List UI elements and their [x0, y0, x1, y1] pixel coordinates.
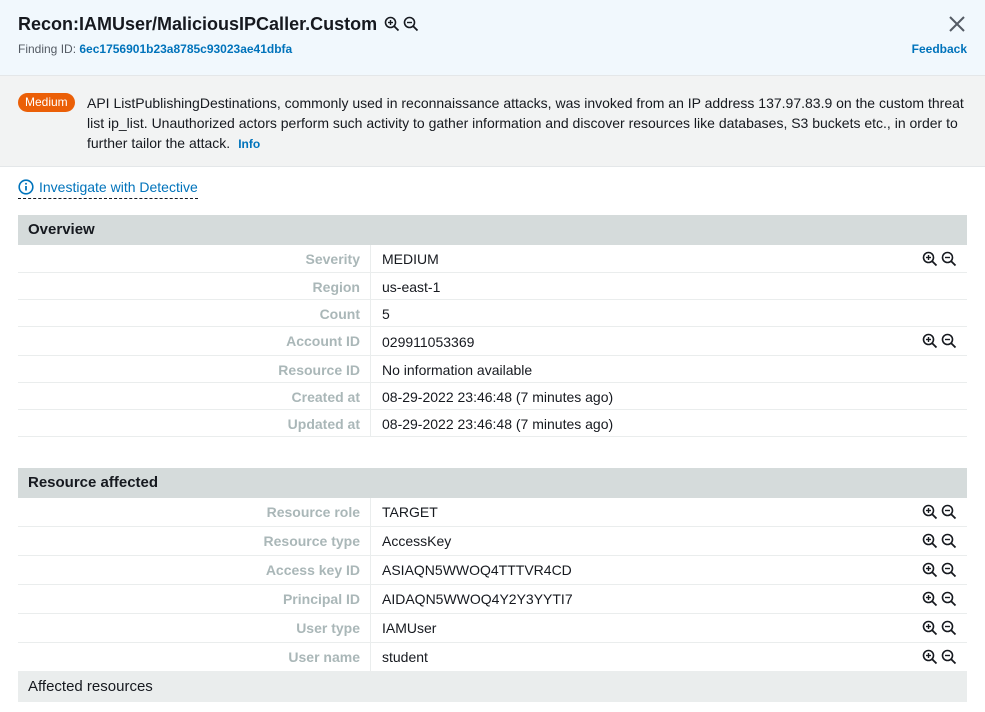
- resource-row-type: Resource type AccessKey: [18, 527, 967, 556]
- info-link[interactable]: Info: [238, 137, 260, 151]
- investigate-label: Investigate with Detective: [39, 179, 198, 195]
- row-value: 5: [382, 306, 390, 322]
- resource-affected-table: Resource role TARGET Resource type Acces…: [18, 498, 967, 672]
- finding-id-label: Finding ID:: [18, 42, 77, 56]
- zoom-out-icon[interactable]: [941, 251, 957, 267]
- row-label: Resource type: [263, 533, 360, 549]
- close-icon[interactable]: [948, 15, 966, 33]
- row-zoom-controls: [922, 333, 957, 349]
- affected-resources-section[interactable]: Affected resources: [18, 672, 967, 702]
- zoom-in-icon[interactable]: [922, 591, 938, 607]
- finding-summary: Medium API ListPublishingDestinations, c…: [0, 75, 985, 167]
- zoom-in-icon[interactable]: [922, 251, 938, 267]
- row-label: Count: [319, 306, 360, 322]
- severity-badge: Medium: [18, 93, 75, 112]
- overview-row-updated-at: Updated at 08-29-2022 23:46:48 (7 minute…: [18, 410, 967, 437]
- resource-row-principal-id: Principal ID AIDAQN5WWOQ4Y2Y3YYTI7: [18, 585, 967, 614]
- zoom-out-icon[interactable]: [941, 533, 957, 549]
- zoom-in-icon[interactable]: [922, 504, 938, 520]
- row-value: No information available: [382, 362, 533, 378]
- row-zoom-controls: [922, 533, 957, 549]
- row-zoom-controls: [922, 562, 957, 578]
- resource-row-role: Resource role TARGET: [18, 498, 967, 527]
- title-zoom-controls: [384, 16, 419, 32]
- resource-row-user-type: User type IAMUser: [18, 614, 967, 643]
- row-label: Region: [312, 279, 360, 295]
- row-value: IAMUser: [382, 620, 437, 636]
- zoom-in-icon[interactable]: [922, 562, 938, 578]
- row-value: MEDIUM: [382, 251, 439, 267]
- row-value: ASIAQN5WWOQ4TTTVR4CD: [382, 562, 572, 578]
- overview-row-count: Count 5: [18, 300, 967, 327]
- overview-row-severity: Severity MEDIUM: [18, 245, 967, 273]
- row-zoom-controls: [922, 504, 957, 520]
- row-zoom-controls: [922, 251, 957, 267]
- finding-id: Finding ID: 6ec1756901b23a8785c93023ae41…: [18, 42, 292, 56]
- row-value: TARGET: [382, 504, 438, 520]
- row-zoom-controls: [922, 649, 957, 665]
- row-value: AccessKey: [382, 533, 452, 549]
- row-label: User type: [296, 620, 360, 636]
- row-value: 08-29-2022 23:46:48 (7 minutes ago): [382, 416, 614, 432]
- row-value: 08-29-2022 23:46:48 (7 minutes ago): [382, 389, 614, 405]
- row-value: student: [382, 649, 428, 665]
- row-label: Updated at: [287, 416, 360, 432]
- resource-affected-header: Resource affected: [18, 468, 967, 498]
- row-value: us-east-1: [382, 279, 441, 295]
- finding-header: Recon:IAMUser/MaliciousIPCaller.Custom F…: [0, 0, 985, 75]
- zoom-out-icon[interactable]: [941, 562, 957, 578]
- row-label: Principal ID: [282, 591, 360, 607]
- row-label: Created at: [291, 389, 360, 405]
- info-circle-icon: [18, 179, 34, 195]
- row-label: Account ID: [286, 333, 360, 349]
- zoom-out-icon[interactable]: [941, 620, 957, 636]
- resource-row-user-name: User name student: [18, 643, 967, 672]
- resource-row-access-key-id: Access key ID ASIAQN5WWOQ4TTTVR4CD: [18, 556, 967, 585]
- overview-row-created-at: Created at 08-29-2022 23:46:48 (7 minute…: [18, 383, 967, 410]
- zoom-out-icon[interactable]: [941, 504, 957, 520]
- row-value: AIDAQN5WWOQ4Y2Y3YYTI7: [382, 591, 573, 607]
- zoom-out-icon[interactable]: [941, 591, 957, 607]
- row-zoom-controls: [922, 591, 957, 607]
- zoom-out-icon[interactable]: [941, 333, 957, 349]
- overview-row-account-id: Account ID 029911053369: [18, 327, 967, 356]
- finding-title: Recon:IAMUser/MaliciousIPCaller.Custom: [18, 14, 378, 34]
- zoom-in-icon[interactable]: [922, 649, 938, 665]
- row-label: Access key ID: [265, 562, 360, 578]
- row-label: User name: [288, 649, 360, 665]
- row-label: Severity: [305, 251, 360, 267]
- zoom-in-icon[interactable]: [384, 16, 400, 32]
- row-label: Resource role: [266, 504, 360, 520]
- overview-table: Severity MEDIUM Region us-east-1 Count 5…: [18, 245, 967, 437]
- finding-id-value[interactable]: 6ec1756901b23a8785c93023ae41dbfa: [79, 42, 292, 56]
- zoom-in-icon[interactable]: [922, 333, 938, 349]
- zoom-out-icon[interactable]: [403, 16, 419, 32]
- investigate-detective-link[interactable]: Investigate with Detective: [18, 179, 198, 199]
- overview-row-region: Region us-east-1: [18, 273, 967, 300]
- zoom-in-icon[interactable]: [922, 620, 938, 636]
- zoom-out-icon[interactable]: [941, 649, 957, 665]
- description-text: API ListPublishingDestinations, commonly…: [87, 95, 964, 151]
- row-label: Resource ID: [278, 362, 360, 378]
- finding-description: API ListPublishingDestinations, commonly…: [87, 93, 967, 154]
- overview-header: Overview: [18, 215, 967, 245]
- row-value: 029911053369: [382, 334, 475, 350]
- row-zoom-controls: [922, 620, 957, 636]
- overview-row-resource-id: Resource ID No information available: [18, 356, 967, 383]
- zoom-in-icon[interactable]: [922, 533, 938, 549]
- feedback-link[interactable]: Feedback: [912, 42, 967, 56]
